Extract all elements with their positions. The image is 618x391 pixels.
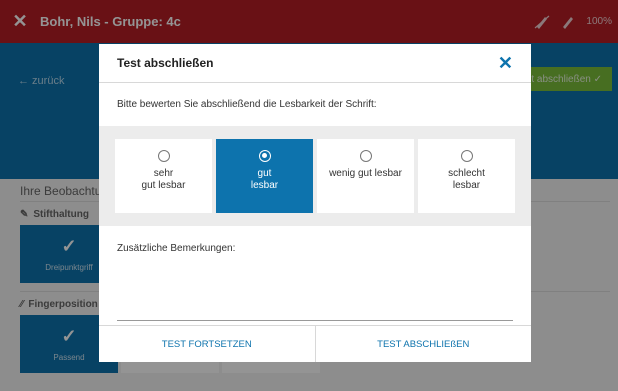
option-gut-lesbar[interactable]: gut lesbar (216, 139, 313, 213)
finish-test-button[interactable]: TEST ABSCHLIEßEN (314, 326, 532, 362)
readability-question: Bitte bewerten Sie abschließend die Lesb… (117, 99, 377, 110)
option-label: gut lesbar (250, 168, 279, 191)
radio-icon (157, 150, 170, 162)
option-wenig-gut-lesbar[interactable]: wenig gut lesbar (317, 139, 414, 213)
radio-icon (359, 150, 372, 162)
finish-test-dialog: Test abschließen ✕ Bitte bewerten Sie ab… (99, 44, 531, 362)
dialog-header: Test abschließen ✕ (99, 44, 531, 83)
radio-selected-icon (258, 150, 271, 162)
option-label: sehr gut lesbar (141, 168, 186, 191)
dialog-title: Test abschließen (117, 56, 214, 70)
option-label: wenig gut lesbar (329, 168, 402, 179)
dialog-footer: TEST FORTSETZEN TEST ABSCHLIEßEN (99, 325, 531, 362)
remarks-field[interactable]: Zusätzliche Bemerkungen: (99, 226, 531, 321)
continue-test-button[interactable]: TEST FORTSETZEN (99, 326, 315, 362)
option-schlecht-lesbar[interactable]: schlecht lesbar (418, 139, 515, 213)
close-dialog-icon[interactable]: ✕ (498, 53, 513, 74)
remarks-label: Zusätzliche Bemerkungen: (117, 243, 236, 254)
option-label: schlecht lesbar (448, 168, 485, 191)
remarks-underline (117, 320, 513, 321)
radio-icon (460, 150, 473, 162)
readability-options: sehr gut lesbar gut lesbar wenig gut les… (99, 126, 531, 226)
option-sehr-gut-lesbar[interactable]: sehr gut lesbar (115, 139, 212, 213)
